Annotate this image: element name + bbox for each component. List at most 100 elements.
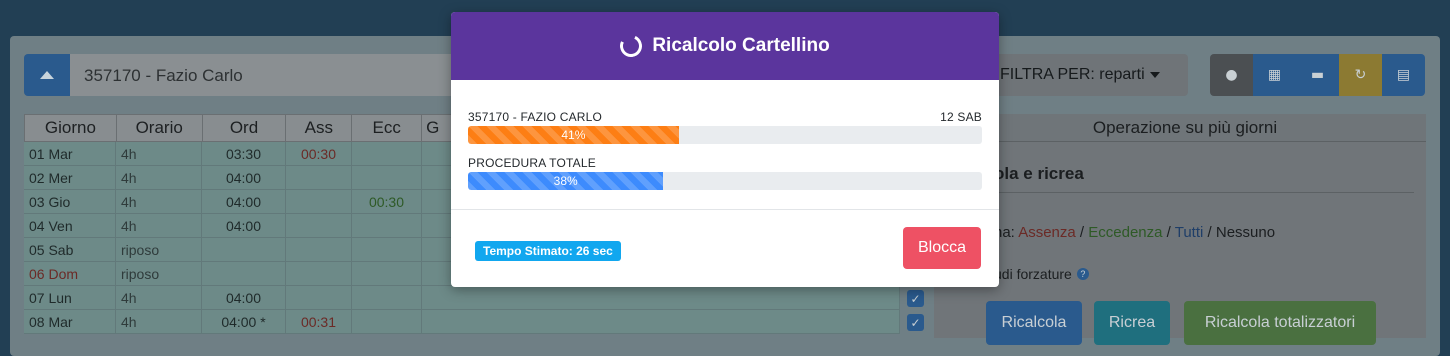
progress-employee-labels: 357170 - FAZIO CARLO 12 SAB (468, 110, 982, 126)
employee-bar: 357170 - Fazio Carlo (24, 54, 490, 96)
calendar-button[interactable]: ▤ (1382, 54, 1425, 96)
filter-tutti-link[interactable]: Tutti (1175, 224, 1204, 241)
cell-ass (286, 262, 352, 285)
spinner-icon (617, 31, 646, 61)
collapse-button[interactable] (24, 54, 70, 96)
cell-ass (286, 286, 352, 309)
chevron-up-icon (40, 71, 54, 79)
multi-day-header: Operazione su più giorni (934, 114, 1426, 142)
cell-orario: riposo (116, 238, 202, 261)
ricalcola-totalizzatori-button[interactable]: Ricalcola totalizzatori (1184, 301, 1376, 345)
cell-ord: 04:00 (202, 190, 286, 213)
cell-orario: 4h (116, 190, 202, 213)
divider (990, 192, 1414, 193)
cell-ass (286, 214, 352, 237)
cell-ecc (352, 166, 422, 189)
cell-orario: 4h (116, 310, 202, 333)
calculator-icon: ▦ (1267, 67, 1282, 83)
filter-eccedenza-link[interactable]: Eccedenza (1088, 224, 1162, 241)
caret-down-icon (1149, 72, 1160, 78)
separator: / (1203, 224, 1216, 241)
map-marker-icon: ● (1225, 67, 1238, 83)
multi-day-panel: Operazione su più giorni ola e ricrea na… (934, 114, 1426, 345)
filter-nessuno-link[interactable]: Nessuno (1216, 224, 1275, 241)
modal-footer: Tempo Stimato: 26 sec Blocca (451, 210, 999, 286)
cell-ass: 00:30 (286, 142, 352, 165)
col-ecc[interactable]: Ecc (352, 115, 423, 141)
cell-ord: 03:30 (202, 142, 286, 165)
row-checkbox[interactable]: ✓ (907, 290, 924, 307)
progress-day-label: 12 SAB (940, 110, 982, 124)
filter-label: FILTRA PER: reparti (1000, 66, 1145, 83)
cell-giorno: 01 Mar (24, 142, 116, 165)
cell-ass: 00:31 (286, 310, 352, 333)
table-row[interactable]: 07 Lun 4h 04:00 (24, 286, 900, 310)
forzature-option[interactable]: udi forzature ? (994, 266, 1089, 282)
print-button[interactable]: ▬ (1296, 54, 1339, 96)
cell-ord: 04:00 (202, 286, 286, 309)
forzature-label: udi forzature (994, 266, 1072, 282)
employee-field[interactable]: 357170 - Fazio Carlo (70, 54, 490, 96)
cell-ord (202, 238, 286, 261)
progress-employee: 41% (468, 126, 982, 144)
refresh-button[interactable]: ↻ (1339, 54, 1382, 96)
cell-ord: 04:00 (202, 214, 286, 237)
cell-ord: 04:00 (202, 166, 286, 189)
cell-ecc (352, 238, 422, 261)
cell-ass (286, 166, 352, 189)
cell-orario: 4h (116, 142, 202, 165)
refresh-icon: ↻ (1354, 67, 1367, 83)
progress-total-bar: 38% (468, 172, 664, 190)
multi-day-title: ola e ricrea (994, 164, 1084, 183)
cell-orario: 4h (116, 286, 202, 309)
map-marker-button[interactable]: ● (1210, 54, 1253, 96)
cell-giorno: 08 Mar (24, 310, 116, 333)
cell-orario: 4h (116, 214, 202, 237)
recalc-modal: Ricalcolo Cartellino 357170 - FAZIO CARL… (451, 12, 999, 287)
progress-total: 38% (468, 172, 982, 190)
progress-employee-label: 357170 - FAZIO CARLO (468, 110, 603, 124)
col-ord[interactable]: Ord (203, 115, 287, 141)
cell-ecc (352, 286, 422, 309)
progress-total-labels: PROCEDURA TOTALE (468, 156, 982, 172)
cell-ord: 04:00 * (202, 310, 286, 333)
cell-orario: riposo (116, 262, 202, 285)
ricalcola-button[interactable]: Ricalcola (986, 301, 1082, 345)
modal-body: 357170 - FAZIO CARLO 12 SAB 41% PROCEDUR… (451, 80, 999, 210)
progress-total-label: PROCEDURA TOTALE (468, 156, 596, 170)
cell-g (422, 286, 900, 309)
selection-filter: na: Assenza / Eccedenza / Tutti / Nessun… (994, 224, 1275, 241)
filter-assenza-link[interactable]: Assenza (1018, 224, 1076, 241)
filter-dropdown[interactable]: FILTRA PER: reparti (990, 54, 1188, 96)
cell-ecc: 00:30 (352, 190, 422, 213)
cell-g (422, 310, 900, 333)
progress-employee-bar: 41% (468, 126, 679, 144)
row-checkbox[interactable]: ✓ (907, 314, 924, 331)
calculator-button[interactable]: ▦ (1253, 54, 1296, 96)
modal-header: Ricalcolo Cartellino (451, 12, 999, 80)
table-row[interactable]: 08 Mar 4h 04:00 * 00:31 (24, 310, 900, 334)
cell-orario: 4h (116, 166, 202, 189)
cell-giorno: 06 Dom (24, 262, 116, 285)
toolbar: ● ▦ ▬ ↻ ▤ (1210, 54, 1425, 96)
cell-giorno: 07 Lun (24, 286, 116, 309)
cell-ecc (352, 310, 422, 333)
cell-ecc (352, 142, 422, 165)
calendar-icon: ▤ (1396, 67, 1411, 83)
cell-giorno: 02 Mer (24, 166, 116, 189)
cell-ecc (352, 214, 422, 237)
ricrea-button[interactable]: Ricrea (1094, 301, 1170, 345)
col-ass[interactable]: Ass (286, 115, 353, 141)
cell-giorno: 04 Ven (24, 214, 116, 237)
help-icon[interactable]: ? (1076, 268, 1089, 280)
col-orario[interactable]: Orario (117, 115, 203, 141)
separator: / (1162, 224, 1175, 241)
time-estimate-badge: Tempo Stimato: 26 sec (475, 241, 621, 261)
modal-title: Ricalcolo Cartellino (652, 35, 830, 56)
print-icon: ▬ (1310, 67, 1325, 83)
col-giorno[interactable]: Giorno (25, 115, 117, 141)
cell-giorno: 05 Sab (24, 238, 116, 261)
cell-ass (286, 190, 352, 213)
block-button[interactable]: Blocca (903, 227, 981, 269)
cell-ass (286, 238, 352, 261)
